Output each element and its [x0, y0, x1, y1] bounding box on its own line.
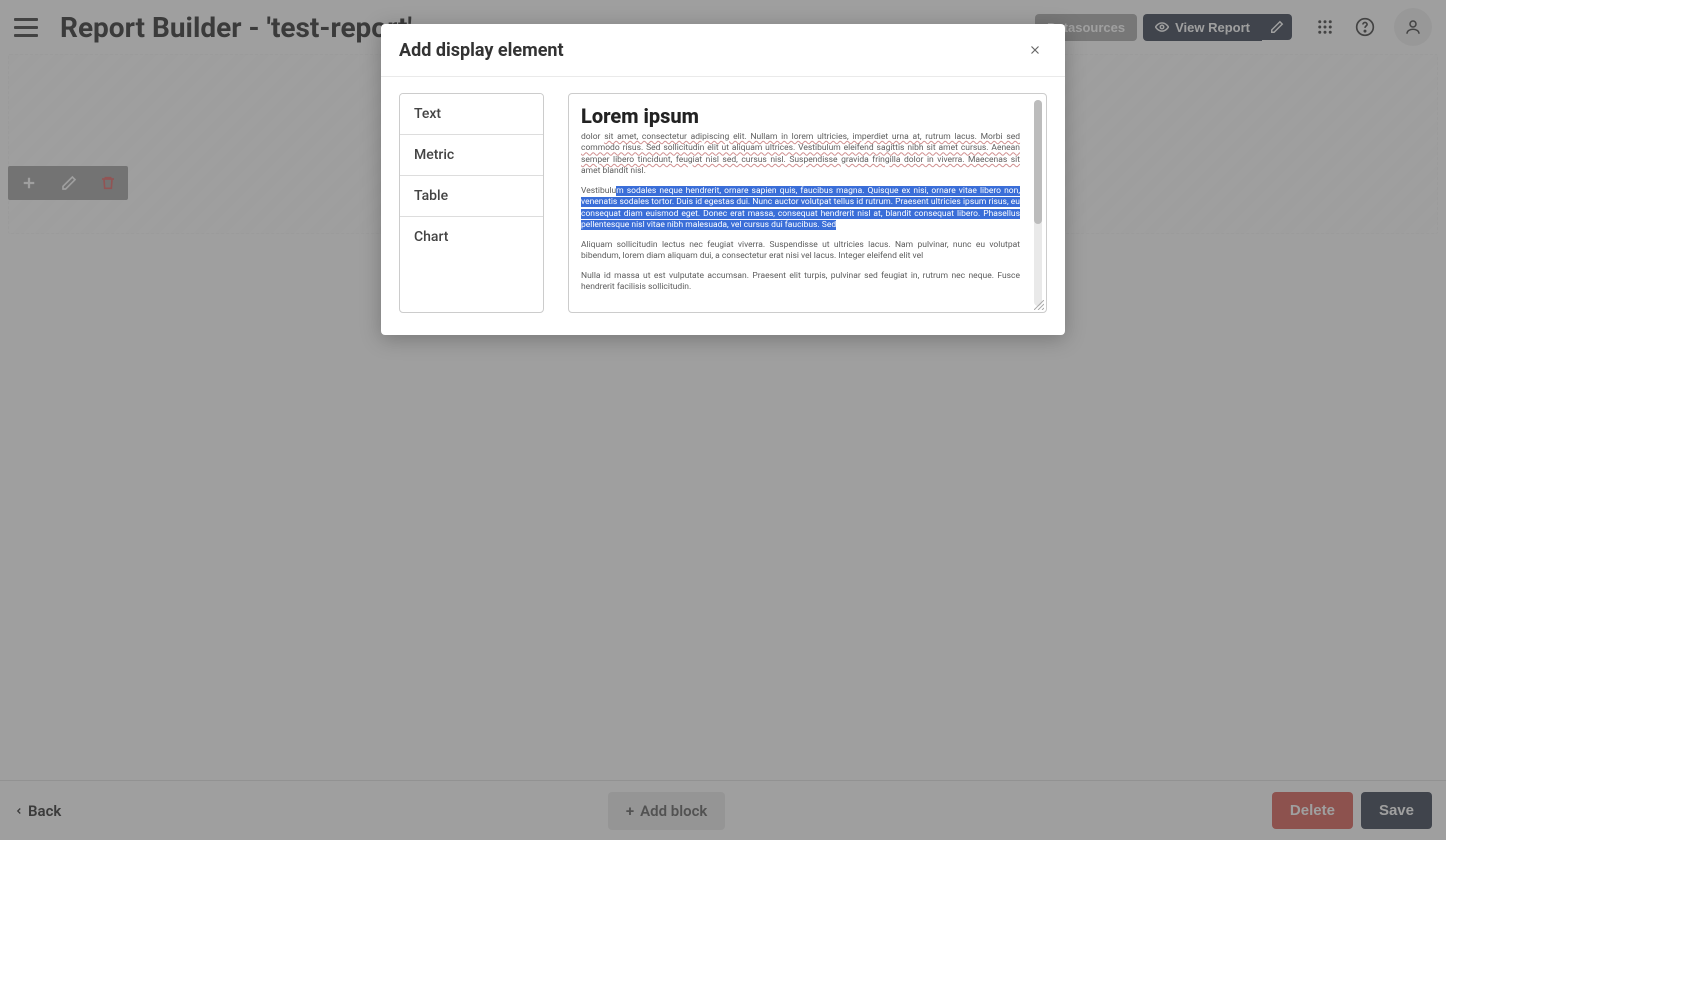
modal-body: Text Metric Table Chart Lorem ipsum dolo…	[381, 77, 1065, 335]
type-label: Chart	[414, 229, 448, 245]
preview-p2-start: Vestibulu	[581, 186, 616, 196]
close-icon	[1028, 43, 1042, 57]
preview-p1-end: amet blandit nisl.	[581, 166, 646, 176]
element-type-chart[interactable]: Chart	[400, 217, 543, 257]
element-type-table[interactable]: Table	[400, 176, 543, 217]
modal-title: Add display element	[399, 40, 564, 61]
type-label: Table	[414, 188, 448, 204]
modal-header: Add display element	[381, 24, 1065, 77]
type-label: Metric	[414, 147, 454, 163]
preview-heading: Lorem ipsum	[581, 104, 1034, 128]
add-display-element-modal: Add display element Text Metric Table Ch…	[381, 24, 1065, 335]
preview-p2-selected: m sodales neque hendrerit, ornare sapien…	[581, 186, 1020, 230]
modal-close-button[interactable]	[1023, 38, 1047, 62]
resize-handle-icon[interactable]	[1034, 300, 1044, 310]
element-type-text[interactable]: Text	[400, 94, 543, 135]
element-type-list: Text Metric Table Chart	[399, 93, 544, 313]
element-type-metric[interactable]: Metric	[400, 135, 543, 176]
preview-paragraph-4: Nulla id massa ut est vulputate accumsan…	[581, 271, 1034, 294]
element-preview[interactable]: Lorem ipsum dolor sit amet, consectetur …	[568, 93, 1047, 313]
preview-paragraph-3: Aliquam sollicitudin lectus nec feugiat …	[581, 240, 1034, 263]
preview-scrollbar[interactable]	[1034, 100, 1042, 306]
preview-paragraph-1: dolor sit amet, consectetur adipiscing e…	[581, 132, 1034, 178]
type-label: Text	[414, 106, 441, 122]
preview-p1-start: dolor	[581, 132, 604, 142]
preview-paragraph-2: Vestibulum sodales neque hendrerit, orna…	[581, 186, 1034, 232]
preview-p1-wavy: sit amet, consectetur adipiscing elit. N…	[581, 132, 1020, 165]
modal-overlay[interactable]: Add display element Text Metric Table Ch…	[0, 0, 1446, 840]
